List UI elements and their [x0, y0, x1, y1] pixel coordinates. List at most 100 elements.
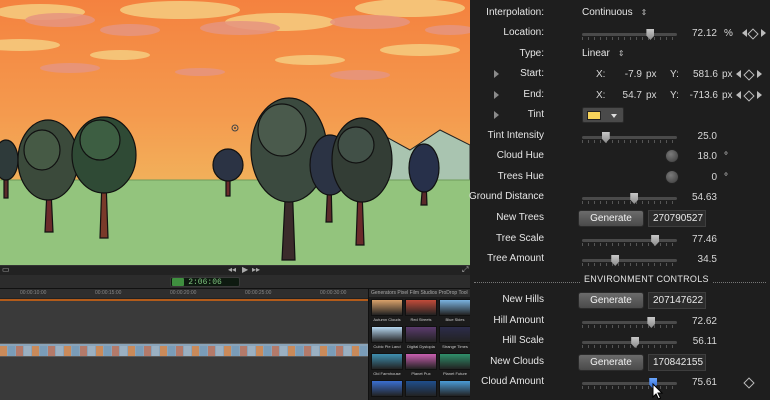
generate-clouds-button[interactable]: Generate — [578, 354, 644, 371]
start-x-label: X: — [596, 69, 606, 80]
clip-frame — [336, 346, 343, 356]
next-keyframe-icon[interactable] — [761, 29, 766, 37]
keyframe-icon[interactable] — [743, 377, 755, 389]
generator-thumbnail[interactable]: Strange Times — [439, 326, 470, 351]
tree-amount-slider[interactable] — [582, 255, 677, 266]
viewer-canvas[interactable] — [0, 0, 470, 265]
prev-keyframe-icon[interactable] — [742, 29, 747, 37]
clip-frame — [344, 346, 351, 356]
disclosure-triangle-icon[interactable] — [494, 111, 499, 119]
hill-scale-row: Hill Scale 56.11 — [470, 332, 770, 352]
tree-scale-slider[interactable] — [582, 235, 677, 246]
generator-preview — [371, 326, 403, 343]
clip-frame — [280, 346, 287, 356]
start-x-unit: px — [646, 69, 657, 80]
location-value[interactable]: 72.12 — [685, 28, 717, 39]
end-y-value[interactable]: -713.6 — [682, 90, 718, 101]
next-frame-button[interactable]: ▸▸ — [252, 265, 260, 274]
keyframe-icon[interactable] — [747, 28, 759, 40]
next-keyframe-icon[interactable] — [757, 70, 762, 78]
clip-frame — [200, 346, 207, 356]
tree-amount-row: Tree Amount 34.5 — [470, 250, 770, 270]
cloud-hue-row: Cloud Hue 18.0 ° — [470, 147, 770, 167]
hill-amount-slider[interactable] — [582, 317, 677, 328]
next-keyframe-icon[interactable] — [757, 91, 762, 99]
generator-thumbnail[interactable] — [439, 380, 470, 400]
hill-amount-row: Hill Amount 72.62 — [470, 312, 770, 332]
play-button[interactable]: ▶ — [242, 265, 248, 274]
generator-thumbnail[interactable]: Planet Pux — [405, 353, 437, 378]
generate-hills-button[interactable]: Generate — [578, 292, 644, 309]
timeline[interactable]: 00:00:10:00 00:00:15:00 00:00:20:00 00:0… — [0, 289, 368, 400]
start-x-value[interactable]: -7.9 — [612, 69, 642, 80]
clip-frame — [320, 346, 327, 356]
timeline-ruler[interactable]: 00:00:10:00 00:00:15:00 00:00:20:00 00:0… — [0, 289, 368, 299]
ruler-label: 00:00:15:00 — [95, 290, 122, 296]
prev-keyframe-icon[interactable] — [736, 91, 741, 99]
location-slider[interactable] — [582, 29, 677, 40]
generator-thumbnail[interactable]: Red Streets — [405, 299, 437, 324]
prev-frame-button[interactable]: ◂◂ — [228, 265, 236, 274]
new-hills-row: New Hills Generate 207147622 — [470, 291, 770, 311]
tree-scale-row: Tree Scale 77.46 — [470, 230, 770, 250]
timeline-clip[interactable] — [0, 343, 368, 357]
clip-frame — [16, 346, 23, 356]
type-popup[interactable]: Linear ⇕ — [582, 48, 625, 59]
cloud-hue-dial[interactable] — [665, 149, 679, 163]
generator-thumbnail[interactable] — [371, 380, 403, 400]
tree-amount-value[interactable]: 34.5 — [685, 254, 717, 265]
generator-thumbnail[interactable]: Digital Dystopia — [405, 326, 437, 351]
generator-thumbnail[interactable]: Blue Skies — [439, 299, 470, 324]
tint-intensity-slider[interactable] — [582, 132, 677, 143]
new-clouds-row: New Clouds Generate 170842155 — [470, 353, 770, 373]
keyframe-icon[interactable] — [743, 69, 755, 81]
hills-seed-field[interactable]: 207147622 — [648, 292, 706, 309]
hill-amount-value[interactable]: 72.62 — [685, 316, 717, 327]
generator-thumbnail[interactable]: Old Farmhouse — [371, 353, 403, 378]
disclosure-triangle-icon[interactable] — [494, 91, 499, 99]
cloud-amount-value[interactable]: 75.61 — [685, 377, 717, 388]
trees-hue-value[interactable]: 0 — [685, 172, 717, 183]
timecode-mode-icon[interactable] — [172, 278, 184, 286]
hill-scale-slider[interactable] — [582, 337, 677, 348]
generate-trees-button[interactable]: Generate — [578, 210, 644, 227]
clip-frame — [256, 346, 263, 356]
clip-frame — [104, 346, 111, 356]
tree-amount-label: Tree Amount — [487, 253, 544, 264]
tint-intensity-value[interactable]: 25.0 — [685, 131, 717, 142]
cloud-hue-unit: ° — [724, 151, 728, 162]
generator-label: Old Farmhouse — [373, 371, 401, 376]
clip-frame — [0, 346, 7, 356]
start-y-value[interactable]: 581.6 — [682, 69, 718, 80]
trees-hue-dial[interactable] — [665, 170, 679, 184]
generator-thumbnail[interactable] — [405, 380, 437, 400]
interpolation-popup[interactable]: Continuous ⇕ — [582, 7, 647, 18]
location-label: Location: — [503, 27, 544, 38]
clip-frame — [48, 346, 55, 356]
generator-thumbnail[interactable]: Autumn Clouds — [371, 299, 403, 324]
tree-scale-label: Tree Scale — [496, 233, 544, 244]
tint-intensity-row: Tint Intensity 25.0 — [470, 127, 770, 147]
generator-thumbnail[interactable]: Planet Future — [439, 353, 470, 378]
new-trees-label: New Trees — [496, 212, 544, 223]
clip-frame — [112, 346, 119, 356]
clouds-seed-field[interactable]: 170842155 — [648, 354, 706, 371]
viewer-transport-bar: ▭ ◂◂ ▶ ▸▸ ⤢ — [0, 265, 470, 275]
cloud-hue-value[interactable]: 18.0 — [685, 151, 717, 162]
disclosure-triangle-icon[interactable] — [494, 70, 499, 78]
tint-color-well[interactable] — [582, 107, 624, 123]
generator-label: Strange Times — [442, 344, 468, 349]
end-x-value[interactable]: 54.7 — [612, 90, 642, 101]
generator-thumbnail[interactable]: Cubic Pie Land — [371, 326, 403, 351]
ground-distance-value[interactable]: 54.63 — [685, 192, 717, 203]
slider-track — [582, 321, 677, 324]
viewer-menu-icon[interactable]: ▭ — [2, 265, 10, 274]
tree-scale-value[interactable]: 77.46 — [685, 234, 717, 245]
fullscreen-icon[interactable]: ⤢ — [462, 265, 468, 275]
prev-keyframe-icon[interactable] — [736, 70, 741, 78]
keyframe-icon[interactable] — [743, 90, 755, 102]
trees-seed-field[interactable]: 270790527 — [648, 210, 706, 227]
browser-header: Generators Pixel Film Studios ProDrop To… — [369, 289, 470, 297]
ground-distance-slider[interactable] — [582, 193, 677, 204]
hill-scale-value[interactable]: 56.11 — [685, 336, 717, 347]
